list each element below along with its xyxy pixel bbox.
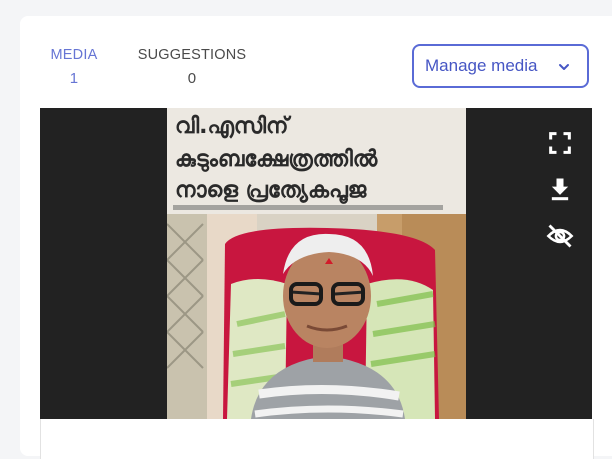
- tab-suggestions[interactable]: SUGGESTIONS 0: [134, 47, 250, 87]
- eye-off-icon: [546, 224, 574, 248]
- tab-suggestions-count: 0: [187, 70, 197, 87]
- svg-text:നാളെ പ്രത്യേകപൂജ: നാളെ പ്രത്യേകപൂജ: [175, 178, 367, 205]
- media-photo[interactable]: വി.എസിന് കുടുംബക്ഷേത്രത്തിൽ നാളെ പ്രത്യേ…: [167, 108, 466, 419]
- portrait-photo: [167, 214, 466, 419]
- manage-media-label: Manage media: [425, 56, 538, 75]
- manage-media-button[interactable]: Manage media: [412, 44, 589, 88]
- fullscreen-icon: [549, 132, 571, 154]
- media-card: MEDIA 1 SUGGESTIONS 0 Manage media വി.എസ…: [20, 16, 612, 459]
- download-button[interactable]: [546, 175, 574, 203]
- tab-media-count: 1: [69, 70, 79, 87]
- svg-text:വി.എസിന്: വി.എസിന്: [175, 114, 291, 139]
- media-viewer: വി.എസിന് കുടുംബക്ഷേത്രത്തിൽ നാളെ പ്രത്യേ…: [40, 108, 592, 419]
- chevron-down-icon: [559, 64, 569, 70]
- tab-media[interactable]: MEDIA 1: [48, 47, 100, 87]
- download-icon: [551, 178, 569, 201]
- svg-text:കുടുംബക്ഷേത്രത്തിൽ: കുടുംബക്ഷേത്രത്തിൽ: [175, 147, 378, 173]
- media-details-area: [40, 419, 594, 459]
- hide-media-button[interactable]: [546, 222, 574, 250]
- newspaper-headline-image: വി.എസിന് കുടുംബക്ഷേത്രത്തിൽ നാളെ പ്രത്യേ…: [167, 108, 466, 214]
- tab-suggestions-label: SUGGESTIONS: [137, 47, 247, 63]
- fullscreen-button[interactable]: [546, 129, 574, 157]
- tab-media-label: MEDIA: [50, 47, 98, 63]
